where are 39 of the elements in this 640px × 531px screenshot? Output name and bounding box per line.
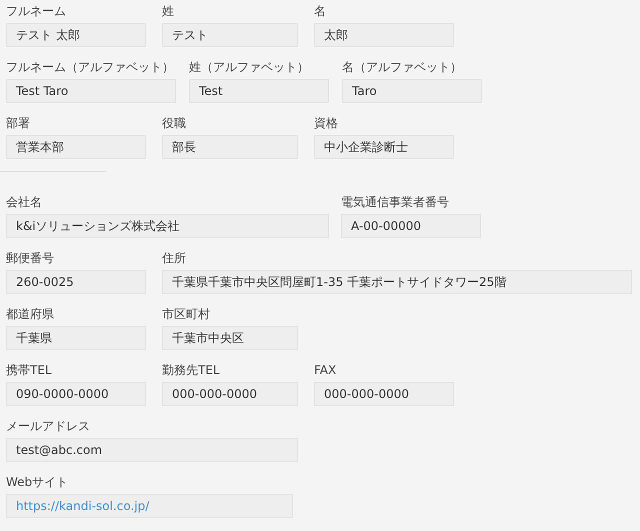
input-field[interactable]: Taro (342, 79, 482, 103)
input-field[interactable]: 260-0025 (6, 270, 146, 294)
field-label: 名 (314, 3, 326, 20)
input-field[interactable]: 090-0000-0000 (6, 382, 146, 406)
field-label: 部署 (6, 115, 30, 132)
field-label: 会社名 (6, 194, 42, 211)
input-field[interactable]: 千葉県千葉市中央区問屋町1-35 千葉ポートサイドタワー25階 (162, 270, 632, 294)
input-field[interactable]: 千葉市中央区 (162, 326, 298, 350)
input-field[interactable]: test@abc.com (6, 438, 298, 462)
input-field[interactable]: テスト 太郎 (6, 23, 146, 47)
input-field[interactable]: A-00-00000 (341, 214, 481, 238)
field-label: メールアドレス (6, 418, 90, 435)
field-label: 住所 (162, 250, 186, 267)
input-field[interactable]: 000-000-0000 (162, 382, 298, 406)
input-field[interactable]: 中小企業診断士 (314, 135, 454, 159)
field-label: 資格 (314, 115, 338, 132)
input-field[interactable]: Test Taro (6, 79, 176, 103)
input-field[interactable]: テスト (162, 23, 298, 47)
input-field[interactable]: 営業本部 (6, 135, 146, 159)
field-label: 役職 (162, 115, 186, 132)
field-label: フルネーム（アルファベット） (6, 59, 174, 76)
input-field[interactable]: k&iソリューションズ株式会社 (6, 214, 329, 238)
field-label: フルネーム (6, 3, 66, 20)
field-label: Webサイト (6, 474, 68, 491)
input-field[interactable]: 太郎 (314, 23, 454, 47)
input-field[interactable]: 000-000-0000 (314, 382, 454, 406)
field-label: 市区町村 (162, 306, 210, 323)
field-label: 携帯TEL (6, 362, 52, 379)
input-field[interactable]: 部長 (162, 135, 298, 159)
field-label: 名（アルファベット） (342, 59, 462, 76)
field-label: 都道府県 (6, 306, 54, 323)
input-field[interactable]: Test (189, 79, 329, 103)
field-label: 勤務先TEL (162, 362, 220, 379)
field-label: 郵便番号 (6, 250, 54, 267)
field-label: 姓（アルファベット） (189, 59, 309, 76)
field-label: 電気通信事業者番号 (341, 194, 449, 211)
field-label: FAX (314, 362, 336, 379)
input-field[interactable]: 千葉県 (6, 326, 146, 350)
field-label: 姓 (162, 3, 174, 20)
